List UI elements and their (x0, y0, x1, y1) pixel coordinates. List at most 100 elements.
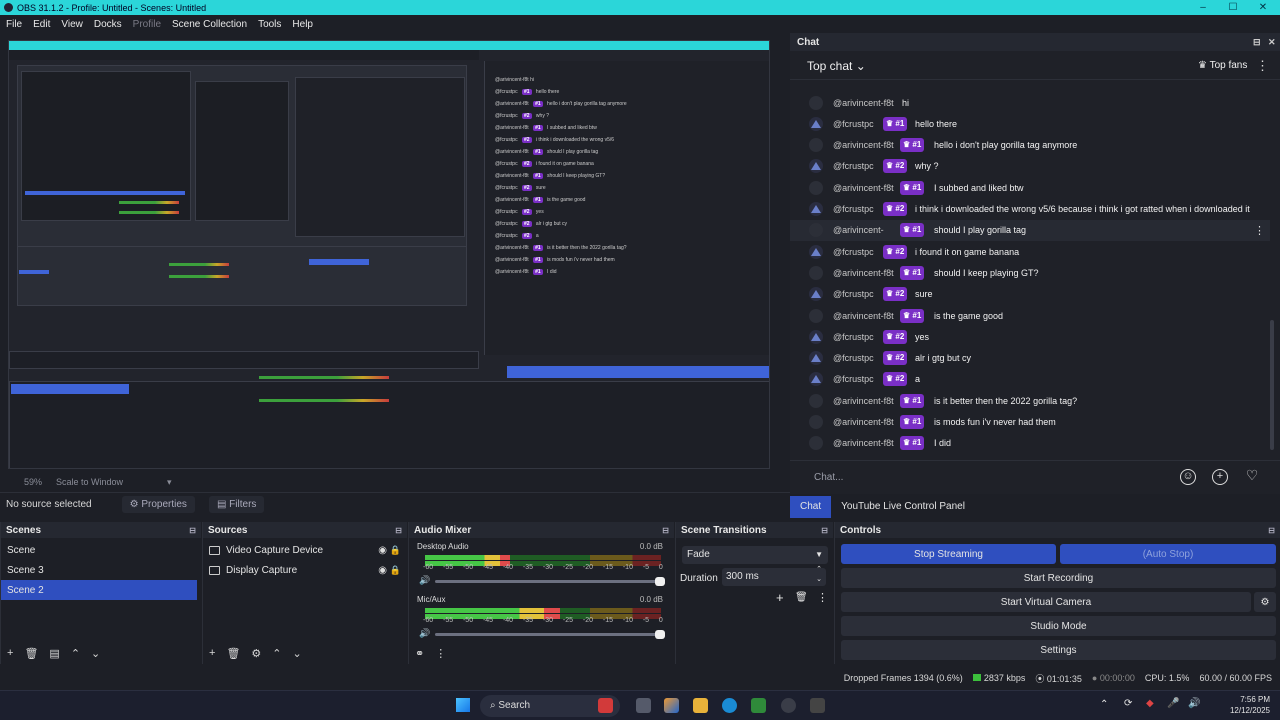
chat-message[interactable]: @arivincent-f8t ♛ #1 I subbed and liked bt… (790, 177, 1270, 198)
menu-edit[interactable]: Edit (33, 19, 50, 30)
chat-message[interactable]: @arivincent-f8t ♛ #1 is it better then the… (790, 390, 1270, 411)
trash-icon[interactable]: 🗑 (226, 647, 240, 660)
up-arrow-icon[interactable]: ⌃ (71, 647, 80, 660)
chat-username[interactable]: @fcrustpc (833, 247, 874, 257)
popout-icon[interactable]: ⊟ (395, 526, 402, 535)
microphone-icon[interactable]: 🎤 (1167, 698, 1179, 709)
avatar[interactable] (809, 393, 823, 408)
minimize-icon[interactable]: – (1188, 0, 1218, 15)
close-icon[interactable]: ✕ (1248, 0, 1278, 15)
scene-item[interactable]: Scene (1, 540, 201, 560)
popout-icon[interactable]: ⊟ (1268, 526, 1275, 535)
chat-username[interactable]: @fcrustpc (833, 332, 874, 342)
chat-username[interactable]: @arivincent-f8t (833, 417, 894, 427)
popout-icon[interactable]: ⊟ (821, 526, 828, 535)
avatar[interactable] (809, 351, 823, 366)
trash-icon[interactable]: 🗑 (24, 647, 38, 660)
chat-mode-select[interactable]: Top chat ⌄ (807, 59, 866, 73)
volume-knob[interactable] (655, 630, 665, 639)
menu-tools[interactable]: Tools (258, 19, 281, 30)
lock-icon[interactable]: 🔒 (390, 545, 401, 556)
chat-username[interactable]: @fcrustpc (833, 161, 874, 171)
settings-button[interactable]: Settings (841, 640, 1276, 660)
more-vertical-icon[interactable]: ⋮ (435, 647, 446, 660)
chat-username[interactable]: @arivincent-f8t (833, 268, 894, 278)
chat-username[interactable]: @arivincent-f8t (833, 311, 894, 321)
lock-icon[interactable]: 🔒 (390, 565, 401, 576)
source-item[interactable]: Display Capture ◉ 🔒 (203, 560, 407, 580)
avatar[interactable] (809, 308, 823, 323)
volume-slider[interactable] (435, 630, 665, 639)
avatar[interactable] (809, 180, 823, 195)
trash-icon[interactable]: 🗑 (795, 592, 808, 603)
volume-knob[interactable] (655, 577, 665, 586)
chat-message[interactable]: @fcrustpc ♛ #2 sure (790, 284, 1270, 305)
avatar[interactable] (809, 265, 823, 280)
speaker-icon[interactable]: 🔊 (1188, 698, 1200, 709)
taskbar-clock[interactable]: 7:56 PM 12/12/2025 (1230, 694, 1270, 716)
avatar[interactable] (809, 159, 823, 174)
preview-canvas[interactable]: @arivincent-f8t hi @fcrustpc #1 hello th… (8, 40, 770, 469)
menu-scene-collection[interactable]: Scene Collection (172, 19, 247, 30)
popout-icon[interactable]: ⊟ (1253, 37, 1261, 48)
menu-help[interactable]: Help (292, 19, 313, 30)
link-icon[interactable]: ⚭ (415, 647, 424, 660)
maximize-icon[interactable]: ☐ (1218, 0, 1248, 15)
avatar[interactable] (809, 116, 823, 131)
task-view-icon[interactable] (636, 698, 651, 713)
chat-message[interactable]: @fcrustpc ♛ #2 i think i downloaded the wr… (790, 199, 1270, 220)
transition-select[interactable]: Fade ▼ (682, 546, 828, 564)
chat-username[interactable]: @arivincent-f8t (833, 183, 894, 193)
gear-icon[interactable]: ⚙ (1254, 592, 1276, 612)
visibility-eye-icon[interactable]: ◉ (378, 565, 387, 576)
properties-button[interactable]: ⚙ Properties (121, 496, 195, 513)
add-icon[interactable]: + (209, 647, 215, 659)
avatar[interactable] (809, 223, 823, 238)
auto-stop-button[interactable]: (Auto Stop) (1060, 544, 1276, 564)
chat-message[interactable]: @fcrustpc ♛ #2 why ? (790, 156, 1270, 177)
heart-icon[interactable]: ♡ (1244, 468, 1260, 485)
stop-streaming-button[interactable]: Stop Streaming (841, 544, 1056, 564)
avatar[interactable] (809, 138, 823, 153)
tray-app-icon[interactable]: ◆ (1146, 698, 1154, 709)
down-arrow-icon[interactable]: ⌄ (91, 647, 100, 660)
copilot-icon[interactable] (664, 698, 679, 713)
app-icon[interactable] (810, 698, 825, 713)
filters-button[interactable]: ▤ Filters (208, 496, 265, 513)
scene-item-selected[interactable]: Scene 2 (1, 580, 197, 600)
top-fans-button[interactable]: ♛ Top fans (1198, 60, 1247, 71)
avatar[interactable] (809, 436, 823, 451)
chat-username[interactable]: @fcrustpc (833, 204, 874, 214)
menu-docks[interactable]: Docks (94, 19, 122, 30)
menu-profile[interactable]: Profile (133, 19, 161, 30)
minecraft-icon[interactable] (751, 698, 766, 713)
chat-message[interactable]: @arivincent-f8t ♛ #1 is mods fun i'v never… (790, 412, 1270, 433)
edge-icon[interactable] (722, 698, 737, 713)
up-arrow-icon[interactable]: ⌃ (272, 647, 281, 660)
tab-chat[interactable]: Chat (790, 496, 832, 518)
popout-icon[interactable]: ⊟ (662, 526, 669, 535)
network-icon[interactable]: ⟳ (1124, 698, 1132, 709)
chat-username[interactable]: @arivincent-f8t (833, 140, 894, 150)
visibility-eye-icon[interactable]: ◉ (378, 545, 387, 556)
volume-slider[interactable] (435, 577, 665, 586)
speaker-icon[interactable]: 🔊 (419, 575, 430, 586)
chat-message[interactable]: @arivincent- ♛ #1 should I play gorilla ta… (790, 219, 1270, 241)
chat-message[interactable]: @fcrustpc ♛ #2 alr i gtg but cy (790, 348, 1270, 369)
chat-message[interactable]: @fcrustpc ♛ #2 yes (790, 326, 1270, 347)
scene-item[interactable]: Scene 3 (1, 560, 201, 580)
duration-input[interactable]: 300 ms ⌃ ⌄ (722, 565, 826, 586)
chat-message[interactable]: @fcrustpc ♛ #2 a (790, 369, 1270, 390)
spinner-icon[interactable]: ⌃ ⌄ (816, 565, 822, 585)
chat-message[interactable]: @arivincent-f8t ♛ #1 hello i don't play go… (790, 135, 1270, 156)
zoom-level[interactable]: 59% (24, 477, 42, 487)
more-vertical-icon[interactable]: ⋮ (817, 591, 828, 604)
start-virtual-camera-button[interactable]: Start Virtual Camera (841, 592, 1251, 612)
chat-username[interactable]: @fcrustpc (833, 289, 874, 299)
chat-username[interactable]: @fcrustpc (833, 374, 874, 384)
menu-view[interactable]: View (61, 19, 83, 30)
avatar[interactable] (809, 95, 823, 110)
more-vertical-icon[interactable]: ⋮ (1254, 224, 1265, 237)
emoji-icon[interactable]: ☺ (1180, 469, 1196, 485)
down-arrow-icon[interactable]: ⌄ (293, 647, 302, 660)
